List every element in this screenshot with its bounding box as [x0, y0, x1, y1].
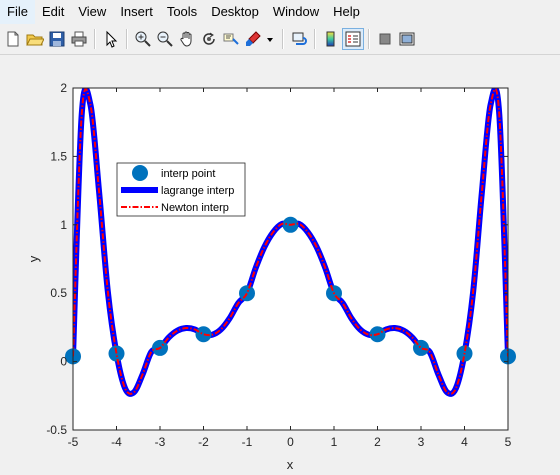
plot-canvas[interactable]: -5 -4 -3 -2 -1 0 1 2 3 4 5 -0.5 0 0.5 1 1.5 2 x y interp… — [0, 55, 560, 475]
x-tick-label: -5 — [68, 435, 79, 449]
x-axis-label: x — [287, 457, 294, 472]
zoom-out-icon[interactable] — [154, 28, 176, 50]
x-tick-label: -1 — [242, 435, 253, 449]
zoom-in-icon[interactable] — [132, 28, 154, 50]
menu-desktop[interactable]: Desktop — [204, 0, 266, 24]
legend-icon[interactable] — [342, 28, 364, 50]
show-plot-tools-icon[interactable] — [396, 28, 418, 50]
x-tick-label: 2 — [374, 435, 381, 449]
y-tick-label: 0.5 — [50, 286, 67, 300]
new-file-icon[interactable] — [2, 28, 24, 50]
legend-marker-interp-point — [132, 165, 148, 181]
legend[interactable]: interp point lagrange interp Newton inte… — [116, 162, 246, 217]
y-tick-label: 1 — [60, 218, 67, 232]
x-tick-label: 5 — [505, 435, 512, 449]
menu-file[interactable]: File — [0, 0, 35, 24]
brush-icon[interactable] — [242, 28, 264, 50]
y-tick-label: 0 — [60, 355, 67, 369]
menu-tools[interactable]: Tools — [160, 0, 204, 24]
x-tick-label: -3 — [155, 435, 166, 449]
y-tick-label: 1.5 — [50, 149, 67, 163]
legend-label-lagrange: lagrange interp — [161, 185, 234, 197]
y-tick-label: 2 — [60, 81, 67, 95]
menu-window[interactable]: Window — [266, 0, 326, 24]
brush-dropdown-icon[interactable] — [264, 28, 276, 50]
menu-view[interactable]: View — [71, 0, 113, 24]
print-icon[interactable] — [68, 28, 90, 50]
x-tick-label: -2 — [198, 435, 209, 449]
data-cursor-icon[interactable] — [220, 28, 242, 50]
colorbar-icon[interactable] — [320, 28, 342, 50]
x-tick-label: 3 — [418, 435, 425, 449]
x-tick-label: -4 — [111, 435, 122, 449]
legend-label-newton: Newton interp — [161, 202, 229, 214]
menu-bar: File Edit View Insert Tools Desktop Wind… — [0, 0, 560, 24]
y-axis-label: y — [26, 255, 41, 262]
save-icon[interactable] — [46, 28, 68, 50]
hide-plot-tools-icon[interactable] — [374, 28, 396, 50]
menu-insert[interactable]: Insert — [113, 0, 160, 24]
x-tick-label: 1 — [331, 435, 338, 449]
x-tick-label: 4 — [461, 435, 468, 449]
y-tick-label: -0.5 — [46, 423, 67, 437]
rotate-3d-icon[interactable] — [198, 28, 220, 50]
figure-area: -5 -4 -3 -2 -1 0 1 2 3 4 5 -0.5 0 0.5 1 1.5 2 x y interp… — [0, 55, 560, 475]
menu-edit[interactable]: Edit — [35, 0, 71, 24]
figure-toolbar — [0, 24, 560, 55]
link-plot-icon[interactable] — [288, 28, 310, 50]
x-tick-label: 0 — [287, 435, 294, 449]
menu-help[interactable]: Help — [326, 0, 367, 24]
pan-hand-icon[interactable] — [176, 28, 198, 50]
legend-label-interp-point: interp point — [161, 168, 215, 180]
pointer-arrow-icon[interactable] — [100, 28, 122, 50]
open-folder-icon[interactable] — [24, 28, 46, 50]
